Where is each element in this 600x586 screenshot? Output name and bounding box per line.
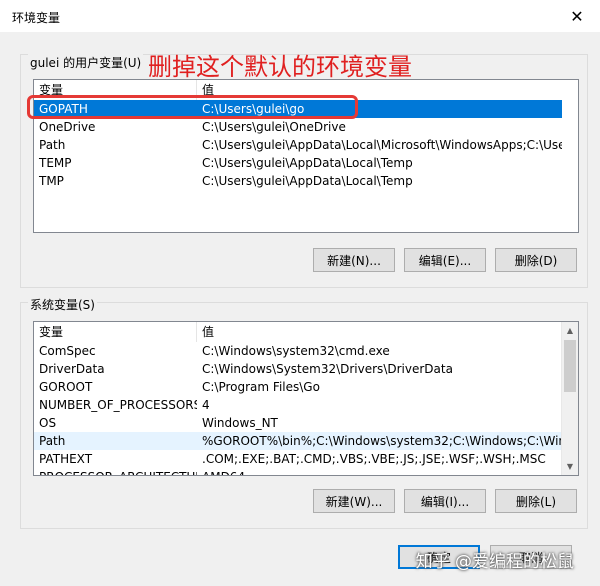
window-title: 环境变量 (12, 11, 61, 25)
system-delete-button[interactable]: 删除(L) (495, 489, 577, 513)
variable-value: .COM;.EXE;.BAT;.CMD;.VBS;.VBE;.JS;.JSE;.… (202, 452, 546, 466)
list-header: 变量 值 (34, 322, 561, 342)
variable-value: C:\Users\gulei\OneDrive (202, 120, 346, 134)
variable-value: C:\Users\gulei\AppData\Local\Temp (202, 156, 413, 170)
column-header-value[interactable]: 值 (197, 322, 561, 342)
variable-name: TEMP (39, 156, 72, 170)
dialog-body: gulei 的用户变量(U) 变量 值 GOPATH C:\Users\gule… (0, 32, 600, 586)
table-row[interactable]: Path %GOROOT%\bin%;C:\Windows\system32;C… (34, 432, 561, 450)
variable-value: AMD64 (197, 468, 561, 475)
variable-value: C:\Windows\System32\Drivers\DriverData (202, 362, 453, 376)
variable-name: GOROOT (39, 380, 93, 394)
system-new-button[interactable]: 新建(W)... (313, 489, 395, 513)
column-header-variable[interactable]: 变量 (34, 322, 197, 342)
table-row[interactable]: PROCESSOR_ARCHITECTURE AMD64 (34, 468, 561, 475)
variable-name: Path (39, 138, 66, 152)
table-row[interactable]: OneDrive C:\Users\gulei\OneDrive (34, 118, 562, 136)
list-header: 变量 值 (34, 80, 578, 100)
annotation-label: 删掉这个默认的环境变量 (148, 53, 412, 81)
variable-value: 4 (202, 398, 210, 412)
variable-value: %GOROOT%\bin%;C:\Windows\system32;C:\Win… (202, 434, 561, 448)
user-delete-button[interactable]: 删除(D) (495, 248, 577, 272)
table-row[interactable]: NUMBER_OF_PROCESSORS 4 (34, 396, 561, 414)
system-variables-label: 系统变量(S) (28, 296, 97, 313)
variable-value: C:\Program Files\Go (202, 380, 320, 394)
variable-name: TMP (39, 174, 64, 188)
scroll-down-arrow-icon[interactable]: ▼ (562, 458, 578, 475)
variable-value: C:\Users\gulei\go (202, 102, 305, 116)
variable-name: NUMBER_OF_PROCESSORS (39, 398, 197, 412)
scroll-up-arrow-icon[interactable]: ▲ (562, 322, 578, 339)
table-row[interactable]: PATHEXT .COM;.EXE;.BAT;.CMD;.VBS;.VBE;.J… (34, 450, 561, 468)
table-row[interactable]: GOPATH C:\Users\gulei\go (34, 100, 562, 118)
table-row[interactable]: ComSpec C:\Windows\system32\cmd.exe (34, 342, 561, 360)
table-row[interactable]: OS Windows_NT (34, 414, 561, 432)
variable-name: GOPATH (39, 102, 88, 116)
variable-value: C:\Windows\system32\cmd.exe (202, 344, 390, 358)
variable-name: PATHEXT (39, 452, 93, 466)
variable-value: C:\Users\gulei\AppData\Local\Microsoft\W… (202, 138, 562, 152)
table-row[interactable]: TEMP C:\Users\gulei\AppData\Local\Temp (34, 154, 562, 172)
variable-name: OS (39, 416, 57, 430)
table-row[interactable]: Path C:\Users\gulei\AppData\Local\Micros… (34, 136, 562, 154)
watermark-text: 知乎 @爱编程的松鼠 (415, 552, 574, 572)
column-header-variable[interactable]: 变量 (34, 80, 197, 100)
title-bar: 环境变量 ✕ (0, 0, 600, 32)
table-row[interactable]: DriverData C:\Windows\System32\Drivers\D… (34, 360, 561, 378)
variable-name: Path (39, 434, 66, 448)
system-variables-list[interactable]: 变量 值 ComSpec C:\Windows\system32\cmd.exe… (33, 321, 579, 476)
scrollbar-thumb[interactable] (564, 340, 576, 392)
column-header-value[interactable]: 值 (197, 80, 578, 100)
close-icon: ✕ (570, 6, 584, 26)
variable-name: OneDrive (39, 120, 96, 134)
user-variables-list[interactable]: 变量 值 GOPATH C:\Users\gulei\go OneDrive C… (33, 79, 579, 233)
variable-name: DriverData (39, 362, 105, 376)
user-variables-label: gulei 的用户变量(U) (28, 54, 144, 71)
variable-value: C:\Users\gulei\AppData\Local\Temp (202, 174, 413, 188)
user-edit-button[interactable]: 编辑(E)... (404, 248, 486, 272)
variable-name: PROCESSOR_ARCHITECTURE (34, 468, 197, 475)
vertical-scrollbar[interactable]: ▲ ▼ (561, 322, 578, 475)
table-row[interactable]: TMP C:\Users\gulei\AppData\Local\Temp (34, 172, 562, 190)
system-edit-button[interactable]: 编辑(I)... (404, 489, 486, 513)
user-new-button[interactable]: 新建(N)... (313, 248, 395, 272)
table-row[interactable]: GOROOT C:\Program Files\Go (34, 378, 561, 396)
variable-value: Windows_NT (202, 416, 278, 430)
variable-name: ComSpec (39, 344, 96, 358)
close-button[interactable]: ✕ (554, 0, 600, 32)
